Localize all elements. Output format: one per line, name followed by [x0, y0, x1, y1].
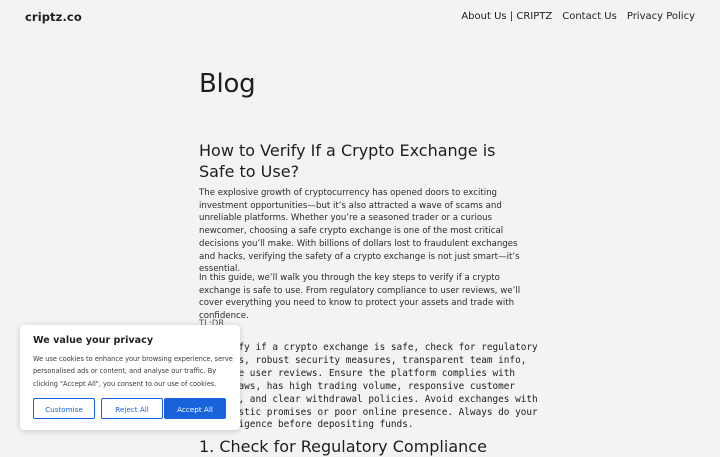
guide-paragraph: In this guide, we’ll walk you through th…: [199, 273, 521, 322]
top-nav: About Us | CRIPTZ Contact Us Privacy Pol…: [461, 11, 695, 22]
tldr-code-block: To verify if a crypto exchange is safe, …: [199, 342, 538, 431]
cookie-consent-banner: We value your privacy We use cookies to …: [20, 325, 240, 430]
cookie-banner-title: We value your privacy: [33, 335, 154, 346]
site-logo[interactable]: criptz.co: [25, 10, 82, 24]
section-heading: 1. Check for Regulatory Compliance: [199, 437, 487, 456]
customise-button[interactable]: Customise: [33, 398, 95, 419]
accept-all-button[interactable]: Accept All: [164, 398, 226, 419]
page-title: Blog: [199, 69, 256, 99]
cookie-banner-text: We use cookies to enhance your browsing …: [33, 355, 233, 388]
nav-link-privacy[interactable]: Privacy Policy: [627, 11, 695, 22]
blog-content: Blog How to Verify If a Crypto Exchange …: [199, 66, 538, 456]
reject-all-button[interactable]: Reject All: [101, 398, 163, 419]
site-header: criptz.co About Us | CRIPTZ Contact Us P…: [0, 0, 720, 36]
intro-paragraph: The explosive growth of cryptocurrency h…: [199, 188, 520, 275]
post-title[interactable]: How to Verify If a Crypto Exchange is Sa…: [199, 140, 521, 182]
nav-link-about[interactable]: About Us | CRIPTZ: [461, 11, 552, 22]
nav-link-contact[interactable]: Contact Us: [562, 11, 617, 22]
